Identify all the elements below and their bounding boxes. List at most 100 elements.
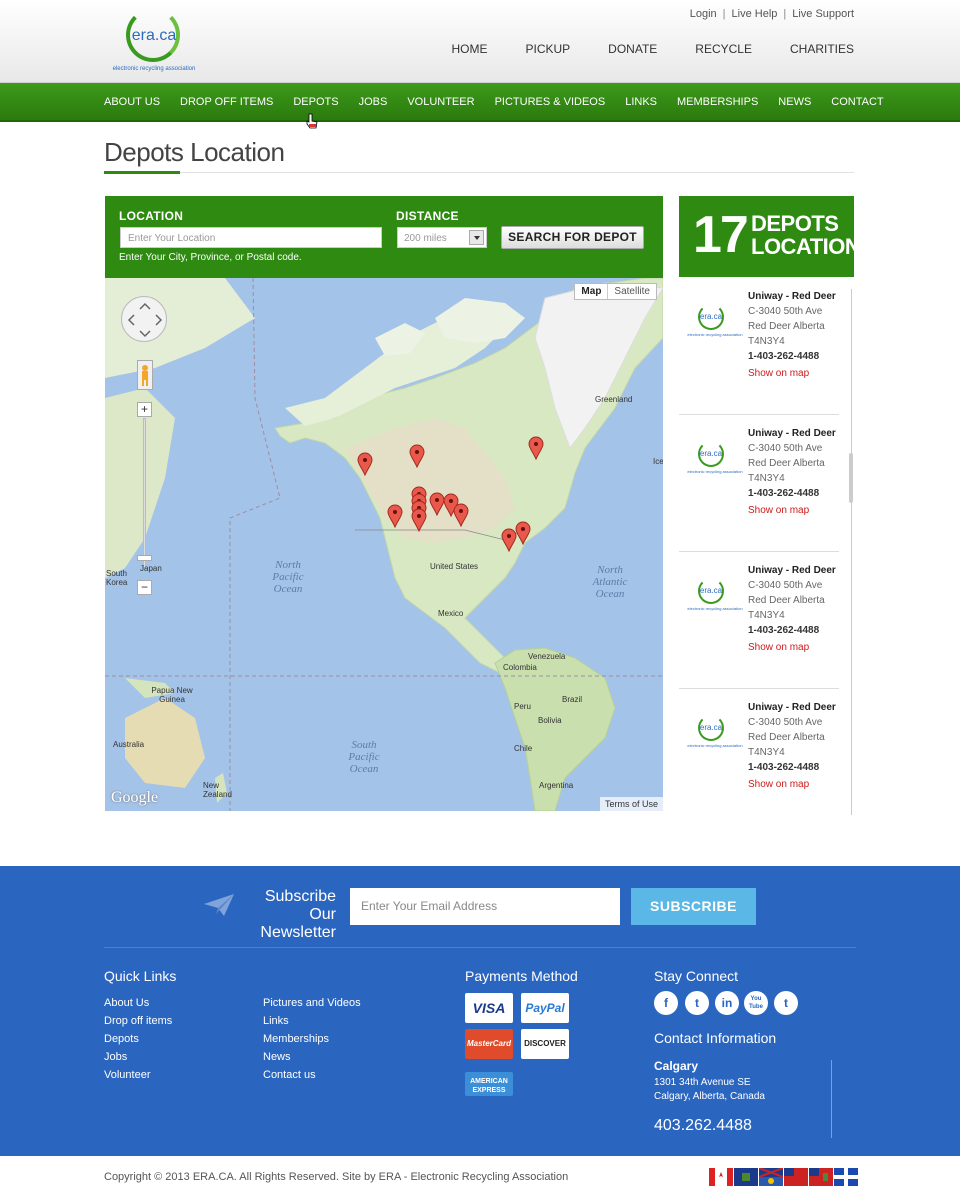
contact-scrollbar[interactable]: [831, 1060, 832, 1138]
map-type-toggle: Map Satellite: [574, 283, 657, 300]
terms-of-use-link[interactable]: Terms of Use: [599, 797, 663, 811]
depot-list-scrollbar[interactable]: [849, 283, 854, 821]
copyright-bar: Copyright © 2013 ERA.CA. All Rights Rese…: [0, 1156, 960, 1200]
nav-pickup[interactable]: PICKUP: [525, 42, 570, 56]
zoom-slider[interactable]: [143, 418, 146, 568]
zoom-out-button[interactable]: −: [137, 580, 152, 595]
footer-link-news[interactable]: News: [263, 1048, 361, 1066]
quebec-flag-icon[interactable]: [834, 1168, 858, 1186]
footer-link-volunteer[interactable]: Volunteer: [104, 1066, 172, 1084]
depot-name: Uniway - Red Deer: [748, 702, 836, 713]
show-on-map-link[interactable]: Show on map: [748, 503, 836, 518]
footer-link-depots[interactable]: Depots: [104, 1030, 172, 1048]
depot-logo: era.ca electronic recycling association: [685, 441, 743, 475]
depot-phone: 1-403-262-4488: [748, 625, 820, 636]
map-type-map[interactable]: Map: [575, 284, 609, 299]
ocean-north-pacific: North Pacific Ocean: [272, 559, 304, 595]
map-type-satellite[interactable]: Satellite: [608, 284, 656, 299]
depot-city: Red Deer Alberta: [748, 732, 825, 743]
distance-value: 200 miles: [404, 233, 447, 244]
alberta-flag-icon[interactable]: [734, 1168, 758, 1186]
scrollbar-thumb[interactable]: [849, 453, 853, 503]
footer-link-about-us[interactable]: About Us: [104, 994, 172, 1012]
show-on-map-link[interactable]: Show on map: [748, 366, 836, 381]
search-depot-button[interactable]: SEARCH FOR DEPOT: [501, 226, 644, 249]
subnav-contact[interactable]: CONTACT: [831, 96, 883, 108]
street-view-pegman-icon[interactable]: [137, 360, 153, 390]
linkedin-icon[interactable]: in: [715, 991, 739, 1015]
depot-postal: T4N3Y4: [748, 336, 785, 347]
tumblr-icon[interactable]: t: [774, 991, 798, 1015]
footer-link-contact-us[interactable]: Contact us: [263, 1066, 361, 1084]
contact-address: 1301 34th Avenue SE Calgary, Alberta, Ca…: [654, 1076, 765, 1104]
depot-logo: era.ca electronic recycling association: [685, 578, 743, 612]
subnav-jobs[interactable]: JOBS: [359, 96, 388, 108]
depot-info: Uniway - Red Deer C-3040 50th Ave Red De…: [748, 700, 836, 792]
footer-link-pictures-videos[interactable]: Pictures and Videos: [263, 994, 361, 1012]
map-pin-icon[interactable]: [357, 452, 373, 476]
distance-select[interactable]: 200 miles: [397, 227, 487, 248]
map-label-south-korea: South Korea: [106, 569, 128, 587]
nav-charities[interactable]: CHARITIES: [790, 42, 854, 56]
subnav-drop-off-items[interactable]: DROP OFF ITEMS: [180, 96, 273, 108]
twitter-icon[interactable]: t: [685, 991, 709, 1015]
depot-list: era.ca electronic recycling association U…: [679, 278, 854, 823]
subnav-pictures-videos[interactable]: PICTURES & VIDEOS: [495, 96, 606, 108]
subscribe-button[interactable]: SUBSCRIBE: [631, 888, 756, 925]
subnav-links[interactable]: LINKS: [625, 96, 657, 108]
map-label-bolivia: Bolivia: [538, 716, 562, 725]
depot-city: Red Deer Alberta: [748, 595, 825, 606]
map-label-brazil: Brazil: [562, 695, 583, 704]
depot-list-item: era.ca electronic recycling association U…: [679, 278, 839, 415]
chevron-down-icon[interactable]: [469, 230, 484, 245]
zoom-in-button[interactable]: +: [137, 402, 152, 417]
map-pin-icon[interactable]: [409, 444, 425, 468]
ontario-flag-icon[interactable]: [809, 1168, 833, 1186]
depot-list-item: era.ca electronic recycling association U…: [679, 552, 839, 689]
facebook-icon[interactable]: f: [654, 991, 678, 1015]
show-on-map-link[interactable]: Show on map: [748, 640, 836, 655]
youtube-icon[interactable]: You Tube: [744, 991, 768, 1015]
subnav-news[interactable]: NEWS: [778, 96, 811, 108]
footer-link-links[interactable]: Links: [263, 1012, 361, 1030]
map-pin-icon[interactable]: [515, 521, 531, 545]
canada-flag-icon[interactable]: [709, 1168, 733, 1186]
subnav-about-us[interactable]: ABOUT US: [104, 96, 160, 108]
depot-postal: T4N3Y4: [748, 473, 785, 484]
live-support-link[interactable]: Live Support: [792, 8, 854, 20]
depot-map[interactable]: Map Satellite + − Greenland Ice United S…: [105, 278, 663, 811]
newsletter-email-input[interactable]: Enter Your Email Address: [350, 888, 620, 925]
zoom-slider-handle[interactable]: [137, 555, 152, 561]
payments-heading: Payments Method: [465, 968, 578, 984]
bc-flag-icon[interactable]: [759, 1168, 783, 1186]
map-pin-icon[interactable]: [528, 436, 544, 460]
footer-link-jobs[interactable]: Jobs: [104, 1048, 172, 1066]
footer-link-memberships[interactable]: Memberships: [263, 1030, 361, 1048]
map-pin-icon[interactable]: [411, 508, 427, 532]
newsletter-title-line1: Subscribe Our: [264, 888, 336, 923]
subnav-memberships[interactable]: MEMBERSHIPS: [677, 96, 758, 108]
depot-phone: 1-403-262-4488: [748, 762, 820, 773]
depot-info: Uniway - Red Deer C-3040 50th Ave Red De…: [748, 289, 836, 381]
nav-recycle[interactable]: RECYCLE: [695, 42, 752, 56]
map-pin-icon[interactable]: [387, 504, 403, 528]
era-logo[interactable]: era.ca electronic recycling association: [104, 6, 204, 74]
nav-donate[interactable]: DONATE: [608, 42, 657, 56]
subnav-depots[interactable]: DEPOTS: [293, 96, 338, 108]
depot-name: Uniway - Red Deer: [748, 428, 836, 439]
map-pin-icon[interactable]: [453, 503, 469, 527]
nav-home[interactable]: HOME: [451, 42, 487, 56]
map-label-japan: Japan: [140, 564, 162, 573]
login-link[interactable]: Login: [690, 8, 717, 20]
pan-control-icon[interactable]: [121, 296, 167, 342]
location-input[interactable]: Enter Your Location: [120, 227, 382, 248]
show-on-map-link[interactable]: Show on map: [748, 777, 836, 792]
amex-card-icon: AMERICAN EXPRESS: [465, 1072, 513, 1096]
live-help-link[interactable]: Live Help: [732, 8, 778, 20]
map-label-mexico: Mexico: [438, 609, 464, 618]
footer-link-drop-off[interactable]: Drop off items: [104, 1012, 172, 1030]
subnav-volunteer[interactable]: VOLUNTEER: [407, 96, 474, 108]
hand-cursor-icon: [306, 113, 318, 129]
manitoba-flag-icon[interactable]: [784, 1168, 808, 1186]
contact-address-line1: 1301 34th Avenue SE: [654, 1077, 751, 1088]
